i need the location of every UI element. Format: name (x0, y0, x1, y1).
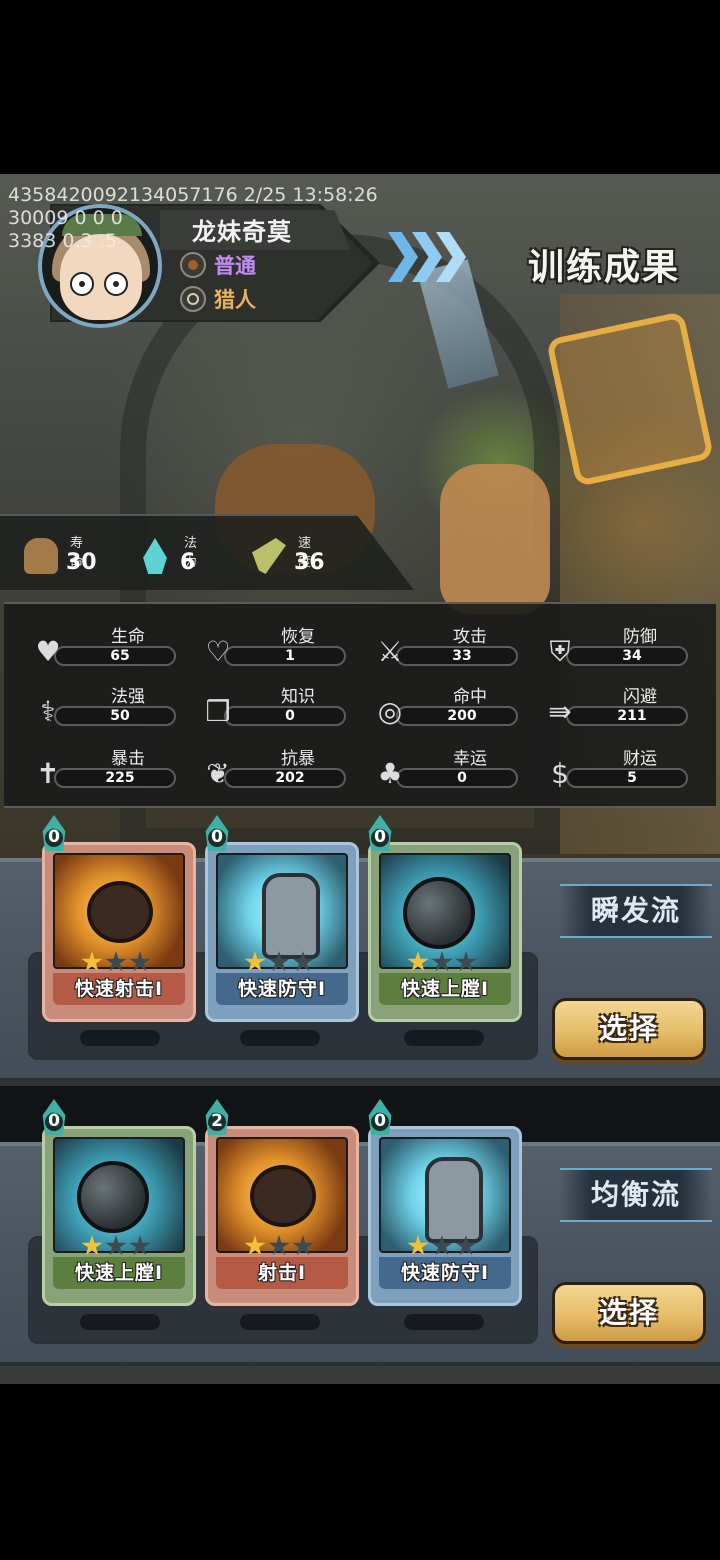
attr-crit: ✝ 暴击 225 (28, 744, 180, 800)
attr-defense: ⛨ 防御 34 (540, 622, 692, 678)
game-screen: 龙妹奇莫 普通 猎人 训练成果 寿命 30 法力 6 速度 36 ♥ 生命 65… (0, 174, 720, 1384)
card-stars (244, 1235, 314, 1257)
attr-knowledge: ❒ 知识 0 (198, 682, 350, 738)
debug-line: 30009 0 0 0 (8, 207, 123, 229)
target-icon: ◎ (377, 695, 403, 728)
attr-attack: ⚔ 攻击 33 (370, 622, 522, 678)
avatar-right-eye (104, 272, 128, 296)
class-crosshair-icon (180, 286, 206, 312)
resist-crit-icon: ❦ (206, 757, 230, 790)
build-style-label: 瞬发流 (560, 884, 712, 938)
attr-regen: ♡ 恢复 1 (198, 622, 350, 678)
rarity-icon (180, 252, 206, 278)
heart-icon: ♥ (35, 635, 61, 668)
star-icon (105, 1235, 127, 1256)
sword-icon: ⚔ (377, 635, 403, 668)
hero-rarity-tag: 普通 (180, 250, 256, 280)
star-icon (129, 1235, 151, 1256)
cannonball-icon (77, 1161, 149, 1233)
attr-spell-power: ⚕ 法强 50 (28, 682, 180, 738)
star-icon (244, 1235, 266, 1256)
gauntlet-fist-icon (425, 1157, 483, 1243)
cannonball-icon (403, 877, 475, 949)
basic-stat-value: 30 (66, 550, 97, 575)
star-icon (81, 1235, 103, 1256)
build-option-burst: 0 快速射击I 0 快速防守I 0 快速上膛I 瞬发流 选择 (0, 815, 720, 1082)
star-icon (292, 1235, 314, 1256)
attr-dodge: ⇛ 闪避 211 (540, 682, 692, 738)
card-name: 快速防守I (379, 1257, 511, 1289)
dodge-arrows-icon: ⇛ (548, 695, 572, 728)
card-stars (81, 1235, 151, 1257)
casting-hand-art (440, 464, 550, 614)
card-stars (407, 1235, 477, 1257)
star-icon (129, 951, 151, 972)
hero-class: 猎人 (214, 288, 256, 312)
card-name: 射击I (216, 1257, 348, 1289)
select-button[interactable]: 选择 (552, 998, 706, 1060)
crit-icon: ✝ (36, 757, 60, 790)
build-option-balanced: 0 快速上膛I 2 射击I 0 快速防守I 均衡流 选择 (0, 1099, 720, 1366)
attr-accuracy: ◎ 命中 200 (370, 682, 522, 738)
triple-chevron-icon (388, 232, 466, 282)
skill-card[interactable]: 2 射击I (205, 1099, 359, 1306)
basic-stats-plate (0, 514, 414, 590)
card-name: 快速上膛I (379, 973, 511, 1005)
card-name: 快速射击I (53, 973, 185, 1005)
skill-card[interactable]: 0 快速上膛I (368, 815, 522, 1022)
skill-card[interactable]: 0 快速防守I (205, 815, 359, 1022)
hero-rarity: 普通 (214, 254, 256, 278)
coin-icon: $ (551, 757, 569, 790)
star-icon (455, 1235, 477, 1256)
skill-card[interactable]: 0 快速上膛I (42, 1099, 196, 1306)
attr-crit-resist: ❦ 抗暴 202 (198, 744, 350, 800)
avatar-left-eye (70, 272, 94, 296)
card-stars (81, 951, 151, 973)
build-style-label: 均衡流 (560, 1168, 712, 1222)
star-icon (407, 1235, 429, 1256)
star-icon (105, 951, 127, 972)
clover-icon: ♣ (377, 757, 403, 790)
star-icon (292, 951, 314, 972)
card-stars (244, 951, 314, 973)
staff-icon: ⚕ (40, 695, 56, 728)
card-stars (407, 951, 477, 973)
skill-card[interactable]: 0 快速防守I (368, 1099, 522, 1306)
debug-line: 3383 0.3 .5 (8, 230, 117, 252)
page-title: 训练成果 (528, 247, 681, 288)
card-name: 快速防守I (216, 973, 348, 1005)
book-icon: ❒ (205, 695, 231, 728)
rock-projectile-icon (87, 881, 153, 943)
attr-luck: ♣ 幸运 0 (370, 744, 522, 800)
star-icon (431, 1235, 453, 1256)
hero-class-tag: 猎人 (180, 284, 256, 314)
debug-overlay: 4358420092134057176 2/25 13:58:26 30009 … (8, 184, 378, 253)
star-icon (268, 1235, 290, 1256)
star-icon (244, 951, 266, 972)
card-name: 快速上膛I (53, 1257, 185, 1289)
gauntlet-fist-icon (262, 873, 320, 959)
heart-plus-icon: ♡ (205, 635, 231, 668)
rock-projectile-icon (250, 1165, 316, 1227)
basic-stat-value: 6 (180, 550, 196, 575)
debug-line: 4358420092134057176 2/25 13:58:26 (8, 184, 378, 206)
skill-card[interactable]: 0 快速射击I (42, 815, 196, 1022)
basic-stat-value: 36 (294, 550, 325, 575)
lifespan-icon (24, 538, 58, 574)
star-icon (431, 951, 453, 972)
star-icon (268, 951, 290, 972)
star-icon (407, 951, 429, 972)
star-icon (81, 951, 103, 972)
armor-icon: ⛨ (549, 635, 571, 668)
star-icon (455, 951, 477, 972)
select-button[interactable]: 选择 (552, 1282, 706, 1344)
attr-hp: ♥ 生命 65 (28, 622, 180, 678)
attr-fortune: $ 财运 5 (540, 744, 692, 800)
